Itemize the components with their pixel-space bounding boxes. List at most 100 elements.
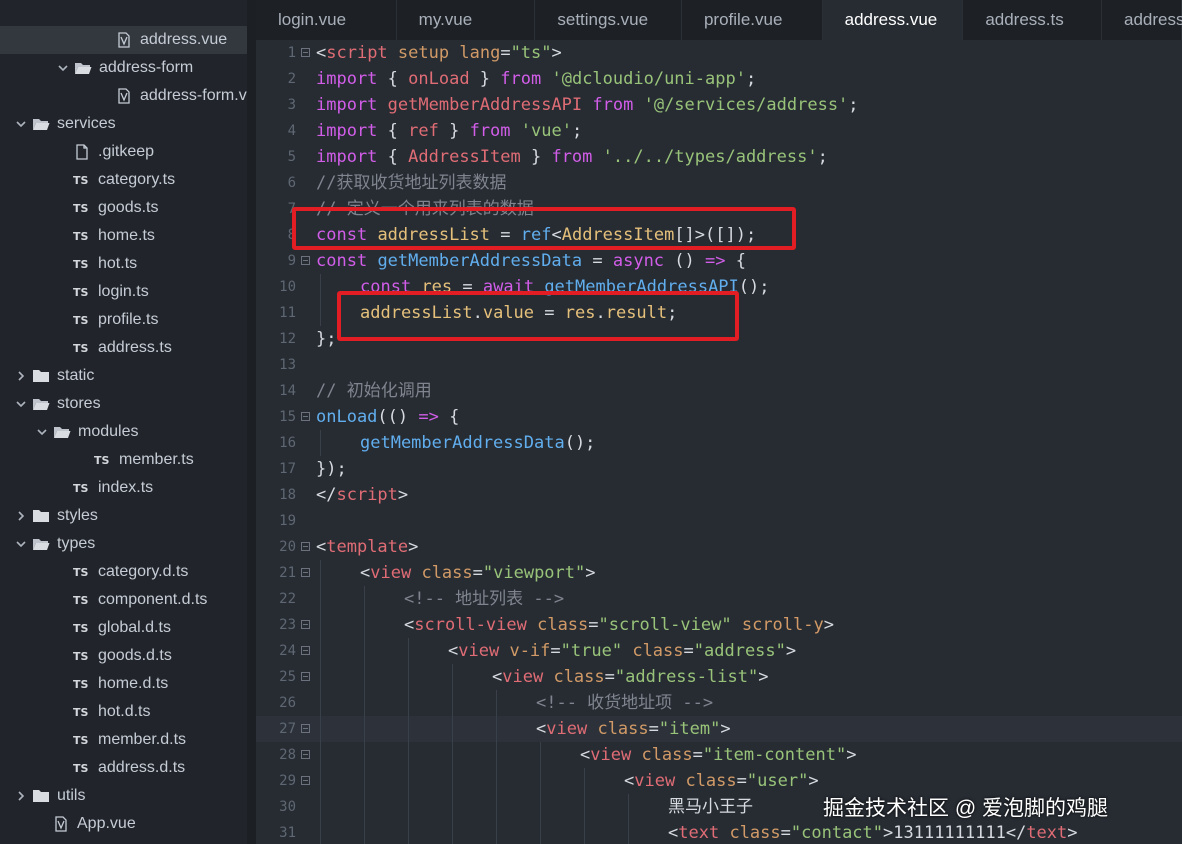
code-line[interactable]: 23 <scroll-view class="scroll-view" scrol… — [256, 612, 1182, 638]
tree-item-goods-d-ts[interactable]: TS goods.d.ts — [0, 642, 256, 670]
tree-item-app-vue[interactable]: App.vue — [0, 810, 256, 838]
chevron-down-icon[interactable] — [35, 425, 49, 439]
code-line[interactable]: 31 <text class="contact">13111111111</tex… — [256, 820, 1182, 844]
fold-toggle-icon[interactable] — [301, 672, 310, 681]
fold-toggle-icon[interactable] — [301, 256, 310, 265]
tree-item-types[interactable]: types — [0, 530, 256, 558]
code-line[interactable]: 18 </script> — [256, 482, 1182, 508]
tree-item-stores[interactable]: stores — [0, 390, 256, 418]
tree-item-hot-d-ts[interactable]: TS hot.d.ts — [0, 698, 256, 726]
code-line[interactable]: 19 — [256, 508, 1182, 534]
code-line[interactable]: 3 import getMemberAddressAPI from '@/serv… — [256, 92, 1182, 118]
tree-item-goods-ts[interactable]: TS goods.ts — [0, 194, 256, 222]
indent-guide — [320, 768, 321, 794]
chevron-down-icon[interactable] — [56, 61, 70, 75]
code-token: onLoad — [408, 69, 470, 89]
tree-item-index-ts[interactable]: TS index.ts — [0, 474, 256, 502]
tab-login-vue[interactable]: login.vue — [256, 0, 397, 40]
tree-item-utils[interactable]: utils — [0, 782, 256, 810]
tree-item-static[interactable]: static — [0, 362, 256, 390]
code-token: const — [316, 251, 368, 271]
code-line[interactable]: 14 // 初始化调用 — [256, 378, 1182, 404]
tree-item-styles[interactable]: styles — [0, 502, 256, 530]
code-line[interactable]: 29 <view class="user"> — [256, 768, 1182, 794]
tree-item-label: category.ts — [98, 171, 176, 188]
tree-item-profile-ts[interactable]: TS profile.ts — [0, 306, 256, 334]
code-line[interactable]: 17}); — [256, 456, 1182, 482]
code-text: <view v-if="true" class="address"> — [448, 638, 796, 664]
indent-guide — [408, 716, 409, 742]
code-line[interactable]: 5 import { AddressItem } from '../../type… — [256, 144, 1182, 170]
fold-toggle-icon[interactable] — [301, 412, 310, 421]
tab-profile-vue[interactable]: profile.vue — [682, 0, 823, 40]
tab-settings-vue[interactable]: settings.vue — [535, 0, 682, 40]
chevron-right-icon[interactable] — [14, 509, 28, 523]
chevron-down-icon[interactable] — [14, 117, 28, 131]
tree-item-login-ts[interactable]: TS login.ts — [0, 278, 256, 306]
line-number: 27 — [279, 721, 296, 737]
fold-toggle-icon[interactable] — [301, 750, 310, 759]
line-number: 5 — [287, 149, 296, 165]
code-line[interactable]: 6 //获取收货地址列表数据 — [256, 170, 1182, 196]
code-line[interactable]: 27 <view class="item"> — [256, 716, 1182, 742]
code-line[interactable]: 26 <!-- 收货地址项 --> — [256, 690, 1182, 716]
tree-item-address-form-vue[interactable]: address-form.vue — [0, 82, 256, 110]
tree-item-global-d-ts[interactable]: TS global.d.ts — [0, 614, 256, 642]
indent-guide — [628, 794, 629, 820]
fold-toggle-icon[interactable] — [301, 646, 310, 655]
code-line[interactable]: 15 onLoad(() => { — [256, 404, 1182, 430]
tree-item-member-d-ts[interactable]: TS member.d.ts — [0, 726, 256, 754]
fold-toggle-icon[interactable] — [301, 542, 310, 551]
tab-address-vue[interactable]: address.vue — [822, 0, 964, 40]
tree-item-services[interactable]: services — [0, 110, 256, 138]
chevron-right-icon[interactable] — [14, 789, 28, 803]
code-line[interactable]: 24 <view v-if="true" class="address"> — [256, 638, 1182, 664]
code-line[interactable]: 2 import { onLoad } from '@dcloudio/uni-a… — [256, 66, 1182, 92]
code-line[interactable]: 16 getMemberAddressData(); — [256, 430, 1182, 456]
code-line[interactable]: 4 import { ref } from 'vue'; — [256, 118, 1182, 144]
fold-toggle-icon[interactable] — [301, 776, 310, 785]
code-line[interactable]: 21 <view class="viewport"> — [256, 560, 1182, 586]
tab-address-ts[interactable]: address.ts — [963, 0, 1103, 40]
tab-my-vue[interactable]: my.vue — [397, 0, 536, 40]
tree-item-modules[interactable]: modules — [0, 418, 256, 446]
tree-item-home-ts[interactable]: TS home.ts — [0, 222, 256, 250]
indent-guide — [408, 768, 409, 794]
code-line[interactable]: 25 <view class="address-list"> — [256, 664, 1182, 690]
tree-item-home-d-ts[interactable]: TS home.d.ts — [0, 670, 256, 698]
chevron-right-icon[interactable] — [14, 369, 28, 383]
code-text: //获取收货地址列表数据 — [316, 170, 506, 196]
sidebar-scrollbar[interactable] — [247, 0, 256, 844]
tree-item-member-ts[interactable]: TS member.ts — [0, 446, 256, 474]
line-number: 29 — [279, 773, 296, 789]
code-line[interactable]: 9 const getMemberAddressData = async () =… — [256, 248, 1182, 274]
line-number: 30 — [279, 799, 296, 815]
tree-item-label: hot.d.ts — [98, 703, 151, 720]
code-line[interactable]: 20 <template> — [256, 534, 1182, 560]
code-line[interactable]: 13 — [256, 352, 1182, 378]
fold-toggle-icon[interactable] — [301, 568, 310, 577]
tree-item-address-d-ts[interactable]: TS address.d.ts — [0, 754, 256, 782]
code-line[interactable]: 28 <view class="item-content"> — [256, 742, 1182, 768]
tree-item-address-ts[interactable]: TS address.ts — [0, 334, 256, 362]
tab-address[interactable]: address. — [1102, 0, 1182, 40]
fold-toggle-icon[interactable] — [301, 620, 310, 629]
tree-item-category-d-ts[interactable]: TS category.d.ts — [0, 558, 256, 586]
indent-guide — [496, 716, 497, 742]
code-line[interactable]: 22 <!-- 地址列表 --> — [256, 586, 1182, 612]
tree-item-hot-ts[interactable]: TS hot.ts — [0, 250, 256, 278]
tree-item-category-ts[interactable]: TS category.ts — [0, 166, 256, 194]
code-editor[interactable]: 31 <text class="contact">13111111111</tex… — [256, 40, 1182, 844]
fold-toggle-icon[interactable] — [301, 724, 310, 733]
tree-item-address-form[interactable]: address-form — [0, 54, 256, 82]
tree-item-component-d-ts[interactable]: TS component.d.ts — [0, 586, 256, 614]
tree-item-gitkeep[interactable]: .gitkeep — [0, 138, 256, 166]
code-line[interactable]: 1 <script setup lang="ts"> — [256, 40, 1182, 66]
fold-toggle-icon[interactable] — [301, 48, 310, 57]
chevron-down-icon[interactable] — [14, 397, 28, 411]
chevron-down-icon[interactable] — [14, 537, 28, 551]
indent-guide — [364, 820, 365, 844]
tree-item-address-vue[interactable]: address.vue — [0, 26, 256, 54]
